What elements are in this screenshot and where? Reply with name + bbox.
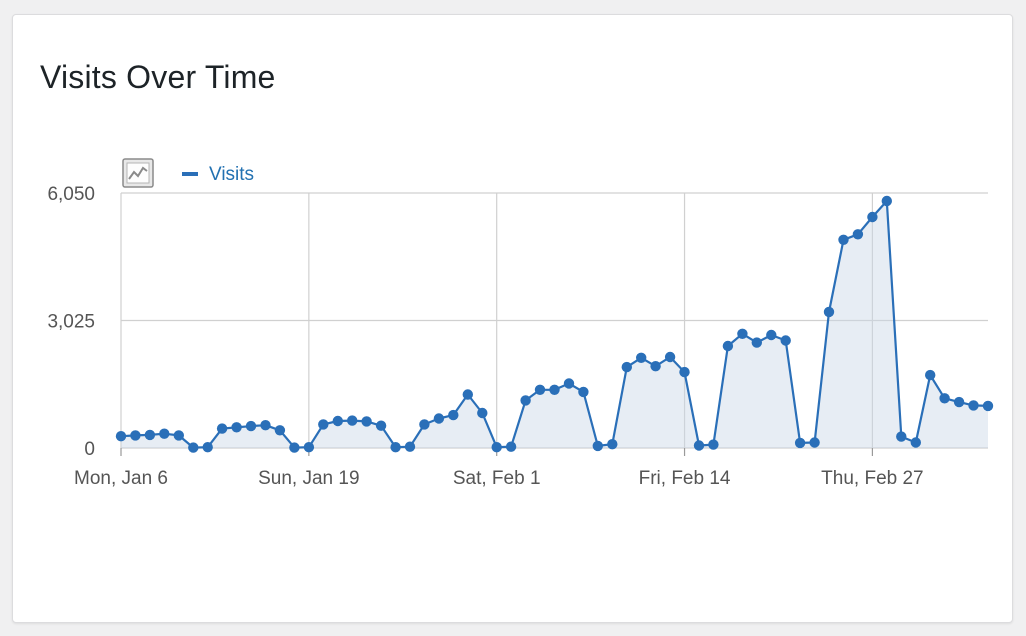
data-point[interactable] bbox=[303, 442, 315, 453]
data-point[interactable] bbox=[477, 407, 488, 419]
data-point[interactable] bbox=[766, 329, 777, 341]
data-point[interactable] bbox=[260, 420, 271, 431]
x-tick-label: Fri, Feb 14 bbox=[639, 468, 731, 489]
data-point[interactable] bbox=[867, 211, 878, 223]
data-point[interactable] bbox=[939, 393, 950, 404]
data-point[interactable] bbox=[982, 400, 994, 412]
data-point[interactable] bbox=[780, 335, 791, 346]
data-point[interactable] bbox=[578, 386, 589, 398]
data-point[interactable] bbox=[794, 437, 806, 449]
data-point[interactable] bbox=[231, 422, 242, 433]
y-tick-label: 0 bbox=[84, 439, 95, 460]
data-point[interactable] bbox=[375, 420, 387, 431]
data-point[interactable] bbox=[592, 440, 603, 452]
data-point[interactable] bbox=[925, 369, 936, 381]
data-point[interactable] bbox=[621, 361, 632, 373]
data-point[interactable] bbox=[245, 420, 257, 432]
data-point[interactable] bbox=[953, 396, 965, 408]
data-point[interactable] bbox=[144, 429, 156, 441]
data-point[interactable] bbox=[737, 328, 748, 339]
data-point[interactable] bbox=[115, 431, 127, 442]
data-point[interactable] bbox=[809, 437, 820, 448]
data-point[interactable] bbox=[722, 340, 734, 352]
data-point[interactable] bbox=[462, 389, 473, 400]
data-point[interactable] bbox=[881, 195, 892, 207]
data-point[interactable] bbox=[896, 431, 907, 442]
data-point[interactable] bbox=[636, 352, 647, 363]
legend-label: Visits bbox=[209, 164, 254, 185]
data-point[interactable] bbox=[751, 337, 762, 348]
data-point[interactable] bbox=[910, 437, 921, 448]
x-tick-label: Sat, Feb 1 bbox=[453, 468, 541, 489]
data-point[interactable] bbox=[607, 439, 618, 450]
data-point[interactable] bbox=[823, 306, 835, 318]
data-point[interactable] bbox=[361, 416, 372, 427]
y-tick-label: 6,050 bbox=[47, 184, 95, 205]
x-axis-ticks: Mon, Jan 6 Sun, Jan 19 Sat, Feb 1 Fri, Feb … bbox=[74, 468, 924, 489]
legend-visits[interactable]: Visits bbox=[182, 164, 254, 185]
x-tick-label: Mon, Jan 6 bbox=[74, 468, 168, 489]
data-point[interactable] bbox=[130, 430, 141, 441]
data-point[interactable] bbox=[534, 384, 546, 395]
data-point[interactable] bbox=[693, 440, 705, 451]
data-point[interactable] bbox=[390, 442, 401, 453]
data-point[interactable] bbox=[563, 378, 575, 389]
data-point[interactable] bbox=[419, 419, 430, 430]
data-point[interactable] bbox=[289, 442, 300, 453]
data-point[interactable] bbox=[347, 415, 358, 426]
data-point[interactable] bbox=[188, 442, 199, 453]
data-point[interactable] bbox=[968, 400, 979, 411]
data-point[interactable] bbox=[852, 229, 864, 240]
data-point[interactable] bbox=[448, 409, 459, 421]
data-point[interactable] bbox=[433, 413, 445, 424]
x-tick-label: Sun, Jan 19 bbox=[258, 468, 359, 489]
evolution-graph-icon[interactable] bbox=[122, 158, 154, 188]
data-point[interactable] bbox=[159, 428, 170, 439]
data-point[interactable] bbox=[664, 351, 676, 363]
data-point[interactable] bbox=[404, 441, 416, 452]
data-point[interactable] bbox=[491, 442, 502, 453]
data-point[interactable] bbox=[216, 423, 228, 434]
data-point[interactable] bbox=[838, 234, 849, 245]
data-point[interactable] bbox=[318, 419, 329, 430]
data-point[interactable] bbox=[505, 441, 517, 452]
data-point[interactable] bbox=[520, 395, 531, 406]
data-point[interactable] bbox=[274, 425, 286, 436]
data-point[interactable] bbox=[650, 361, 661, 372]
y-tick-label: 3,025 bbox=[47, 312, 95, 333]
data-point[interactable] bbox=[679, 366, 690, 378]
data-point[interactable] bbox=[202, 442, 213, 453]
y-axis-ticks: 0 3,025 6,050 bbox=[47, 184, 95, 460]
data-point[interactable] bbox=[332, 415, 343, 427]
data-point[interactable] bbox=[173, 430, 184, 441]
data-point[interactable] bbox=[708, 439, 719, 450]
visits-line-chart: 0 3,025 6,050 Mon, Jan 6 Sun, Jan 19 Sat, Fe… bbox=[47, 158, 994, 489]
data-point[interactable] bbox=[549, 384, 560, 395]
x-tick-label: Thu, Feb 27 bbox=[821, 468, 923, 489]
